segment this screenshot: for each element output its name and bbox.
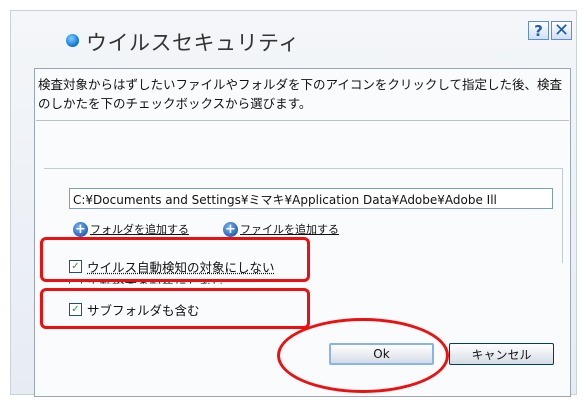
add-file-link[interactable]: + ファイルを追加する: [223, 221, 339, 237]
add-file-label[interactable]: ファイルを追加する: [240, 221, 339, 237]
dialog-title: ウイルスセキュリティ: [86, 31, 300, 55]
help-button[interactable]: ?: [528, 21, 549, 40]
close-button[interactable]: ✕: [551, 20, 572, 41]
cancel-button[interactable]: キャンセル: [449, 343, 554, 365]
excluded-path-field[interactable]: C:¥Documents and Settings¥ミマキ¥Applicatio…: [69, 188, 553, 209]
add-folder-link[interactable]: + フォルダを追加する: [73, 221, 189, 237]
divider: [36, 120, 569, 121]
group-border-top: [44, 168, 563, 169]
plus-circle-icon: +: [73, 221, 88, 237]
highlight-box-auto-detect: [40, 237, 310, 282]
highlight-oval-ok: [277, 318, 449, 393]
plus-circle-icon: +: [223, 221, 238, 237]
add-folder-label[interactable]: フォルダを追加する: [90, 221, 189, 237]
app-dot-icon: [66, 34, 79, 47]
instruction-text: 検査対象からはずしたいファイルやフォルダを下のアイコンをクリックして指定した後、…: [38, 77, 563, 111]
highlight-box-subfolders: [40, 288, 310, 329]
group-border-right: [562, 168, 563, 263]
